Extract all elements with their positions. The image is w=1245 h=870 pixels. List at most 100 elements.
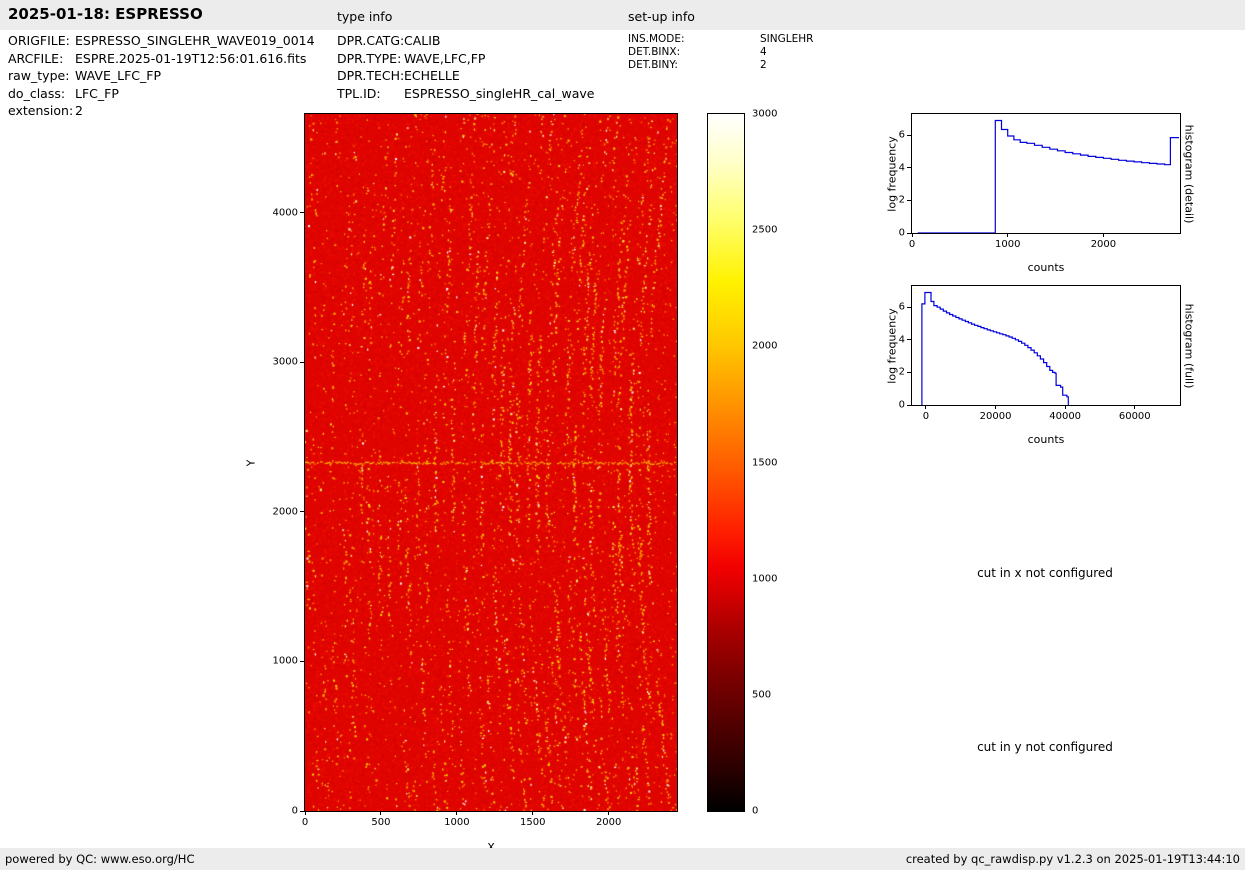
- histogram-detail-plot: counts log frequency histogram (detail) …: [886, 113, 1196, 274]
- colorbar-tick-label: 0: [752, 805, 759, 817]
- info-row: DPR.CATG: CALIB: [337, 32, 594, 50]
- y-tick-mark: [907, 167, 911, 169]
- info-row: do_class: LFC_FP: [8, 85, 315, 103]
- type-info-heading: type info: [337, 9, 393, 24]
- x-tick-mark: [608, 811, 610, 815]
- x-tick-mark: [1007, 233, 1009, 237]
- cut-y-message: cut in y not configured: [977, 740, 1113, 754]
- y-tick-mark: [300, 511, 304, 513]
- info-row: extension: 2: [8, 102, 315, 120]
- info-row: DET.BINX: 4: [628, 46, 813, 59]
- info-value: ESPRE.2025-01-19T12:56:01.616.fits: [75, 50, 307, 66]
- y-tick-label: 0: [291, 805, 298, 817]
- y-tick-mark: [907, 371, 911, 373]
- y-tick-label: 6: [898, 129, 905, 141]
- page-title: 2025-01-18: ESPRESSO: [8, 5, 203, 23]
- info-row: DET.BINY: 2: [628, 59, 813, 72]
- y-tick-mark: [300, 212, 304, 214]
- footer-left: powered by QC: www.eso.org/HC: [5, 852, 195, 866]
- info-row: INS.MODE: SINGLEHR: [628, 33, 813, 46]
- y-tick-label: 3000: [272, 356, 298, 368]
- x-tick-label: 20000: [979, 411, 1012, 422]
- x-tick-label: 500: [371, 817, 391, 828]
- y-tick-mark: [300, 361, 304, 363]
- setup-info-block: INS.MODE: SINGLEHR DET.BINX: 4 DET.BINY: 2: [628, 33, 813, 72]
- y-tick-mark: [907, 339, 911, 341]
- x-tick-mark: [380, 811, 382, 815]
- x-tick-label: 1500: [520, 817, 546, 828]
- info-label: DPR.TECH:: [337, 68, 405, 83]
- info-label: DPR.CATG:: [337, 33, 405, 48]
- info-label: INS.MODE:: [628, 33, 685, 45]
- file-info-block: ORIGFILE: ESPRESSO_SINGLEHR_WAVE019_0014 …: [8, 32, 315, 120]
- y-tick-label: 2: [898, 366, 905, 378]
- x-tick-label: 40000: [1049, 411, 1082, 422]
- y-tick-mark: [907, 232, 911, 234]
- x-tick-label: 2000: [1090, 239, 1117, 250]
- info-value: WAVE,LFC,FP: [404, 50, 486, 66]
- type-info-block: DPR.CATG: CALIB DPR.TYPE: WAVE,LFC,FP DPR.…: [337, 32, 594, 102]
- info-value: 2: [760, 59, 767, 71]
- info-value: CALIB: [404, 33, 441, 48]
- info-row: TPL.ID: ESPRESSO_singleHR_cal_wave: [337, 85, 594, 103]
- info-label: TPL.ID:: [337, 85, 381, 101]
- info-label: ORIGFILE:: [8, 33, 70, 48]
- info-row: DPR.TECH: ECHELLE: [337, 67, 594, 85]
- x-tick-label: 2000: [595, 817, 622, 828]
- footer-right: created by qc_rawdisp.py v1.2.3 on 2025-…: [905, 852, 1240, 866]
- histogram-detail-side-label: histogram (detail): [1182, 124, 1196, 223]
- y-tick-label: 1000: [272, 655, 298, 667]
- y-tick-label: 4: [898, 162, 905, 174]
- y-tick-label: 2: [898, 194, 905, 206]
- info-label: extension:: [8, 103, 74, 118]
- x-tick-mark: [1134, 405, 1136, 409]
- info-label: raw_type:: [8, 68, 70, 83]
- x-tick-mark: [1102, 233, 1104, 237]
- x-tick-label: 1000: [444, 817, 470, 828]
- y-tick-label: 6: [898, 301, 905, 313]
- counts-label: counts: [1027, 261, 1065, 274]
- main-image-canvas: [305, 114, 677, 811]
- info-label: DET.BINX:: [628, 46, 681, 58]
- colorbar-tick-label: 2000: [752, 340, 778, 352]
- x-tick-mark: [1064, 405, 1066, 409]
- colorbar: 0 500 1000 1500 2000 2500 3000: [707, 109, 777, 817]
- y-tick-label: 0: [898, 227, 905, 239]
- histogram-full-plot: counts log frequency histogram (full) 0 2…: [886, 285, 1196, 446]
- info-value: WAVE_LFC_FP: [75, 68, 161, 83]
- x-tick-label: 0: [922, 411, 930, 422]
- header-bar: 2025-01-18: ESPRESSO type info set-up in…: [0, 0, 1245, 30]
- info-value: ECHELLE: [404, 68, 460, 83]
- info-value: 2: [75, 103, 83, 118]
- info-row: DPR.TYPE: WAVE,LFC,FP: [337, 50, 594, 68]
- y-tick-mark: [907, 134, 911, 136]
- log-frequency-label: log frequency: [885, 135, 899, 212]
- info-label: DPR.TYPE:: [337, 50, 402, 66]
- info-value: ESPRESSO_SINGLEHR_WAVE019_0014: [75, 33, 315, 48]
- info-label: do_class:: [8, 85, 66, 101]
- info-value: ESPRESSO_singleHR_cal_wave: [404, 85, 595, 101]
- x-tick-label: 0: [908, 239, 916, 250]
- x-tick-label: 60000: [1118, 411, 1151, 422]
- y-tick-mark: [907, 199, 911, 201]
- info-value: LFC_FP: [75, 85, 119, 101]
- setup-info-heading: set-up info: [628, 9, 695, 24]
- info-value: SINGLEHR: [760, 33, 814, 45]
- x-tick-mark: [456, 811, 458, 815]
- colorbar-tick-label: 1500: [752, 457, 778, 468]
- colorbar-tick-label: 3000: [752, 108, 778, 120]
- cut-x-message: cut in x not configured: [977, 566, 1113, 580]
- x-tick-mark: [532, 811, 534, 815]
- info-label: DET.BINY:: [628, 59, 678, 71]
- main-image-plot: X Y 050010001500200001000200030004000: [245, 113, 678, 854]
- histogram-curve: [921, 291, 1069, 405]
- x-tick-mark: [925, 405, 927, 409]
- x-tick-mark: [304, 811, 306, 815]
- log-frequency-label: log frequency: [885, 307, 899, 384]
- y-tick-label: 4: [898, 334, 905, 346]
- histogram-full-side-label: histogram (full): [1182, 303, 1196, 388]
- info-label: ARCFILE:: [8, 50, 64, 66]
- y-tick-mark: [907, 306, 911, 308]
- info-row: raw_type: WAVE_LFC_FP: [8, 67, 315, 85]
- colorbar-tick-label: 500: [752, 689, 772, 701]
